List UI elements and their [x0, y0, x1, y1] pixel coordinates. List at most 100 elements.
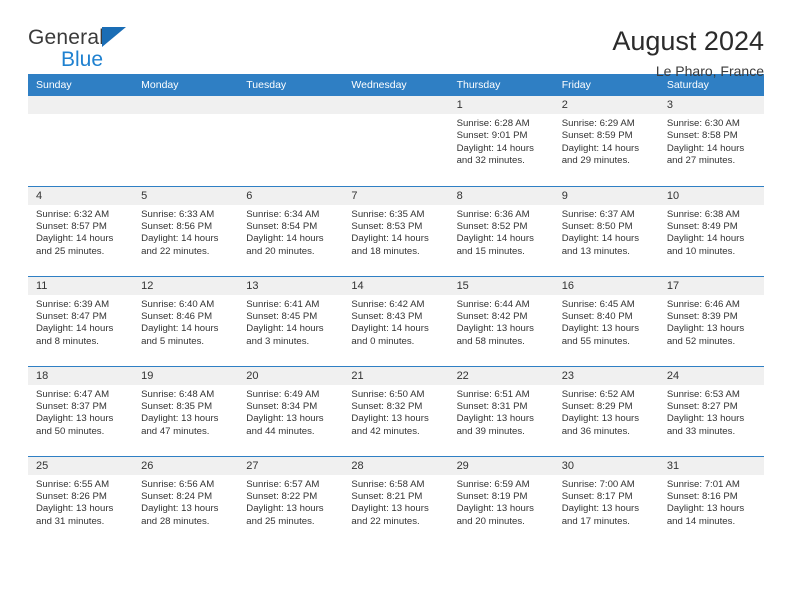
sunset-text: Sunset: 8:39 PM	[666, 310, 738, 322]
daylight-text-line1: Daylight: 14 hours	[141, 233, 219, 245]
day-number: 10	[658, 186, 764, 205]
daylight-text-line2: and 58 minutes.	[456, 335, 525, 347]
day-cell[interactable]: 30 Sunrise: 7:00 AM Sunset: 8:17 PM Dayligh…	[553, 455, 659, 546]
sunrise-text: Sunrise: 6:30 AM	[666, 118, 740, 129]
day-cell[interactable]: 22 Sunrise: 6:51 AM Sunset: 8:31 PM Dayligh…	[448, 365, 554, 456]
day-number: 6	[238, 186, 344, 205]
day-number: 31	[658, 456, 764, 475]
daylight-text-line2: and 25 minutes.	[36, 245, 105, 257]
sunrise-text: Sunrise: 6:35 AM	[351, 208, 425, 220]
day-details: Sunrise: 6:33 AM Sunset: 8:56 PM Daylight:…	[133, 205, 238, 259]
day-details: Sunrise: 6:35 AM Sunset: 8:53 PM Daylight:…	[343, 205, 448, 259]
brand-name-general: General	[28, 26, 105, 49]
day-cell[interactable]: 11 Sunrise: 6:39 AM Sunset: 8:47 PM Dayligh…	[28, 275, 134, 366]
sunset-text: Sunset: 8:52 PM	[456, 220, 528, 232]
day-cell[interactable]: 27 Sunrise: 6:57 AM Sunset: 8:22 PM Dayligh…	[238, 455, 344, 546]
sunset-text: Sunset: 8:57 PM	[36, 220, 107, 232]
daylight-text-line1: Daylight: 13 hours	[456, 413, 534, 425]
day-details: Sunrise: 6:55 AM Sunset: 8:26 PM Daylight:…	[28, 475, 133, 529]
day-cell-empty	[343, 96, 449, 186]
day-details: Sunrise: 6:52 AM Sunset: 8:29 PM Daylight:…	[554, 385, 659, 439]
day-details: Sunrise: 7:00 AM Sunset: 8:17 PM Daylight:…	[554, 475, 659, 529]
day-number: 2	[553, 96, 659, 114]
sunrise-text: Sunrise: 7:00 AM	[561, 478, 635, 490]
day-cell[interactable]: 26 Sunrise: 6:56 AM Sunset: 8:24 PM Dayligh…	[133, 455, 239, 546]
day-cell[interactable]: 9 Sunrise: 6:37 AM Sunset: 8:50 PM Daylight…	[553, 185, 659, 276]
day-number	[238, 96, 344, 114]
day-details: Sunrise: 6:34 AM Sunset: 8:54 PM Daylight:…	[238, 205, 343, 259]
sunset-text: Sunset: 8:49 PM	[666, 220, 738, 232]
sunrise-text: Sunrise: 6:53 AM	[666, 388, 740, 400]
sunrise-sunset-calendar: Sunday Monday Tuesday Wednesday Thursday Frid…	[28, 74, 764, 546]
weekday-header-tuesday: Tuesday	[238, 74, 344, 96]
sunset-text: Sunset: 8:58 PM	[666, 130, 738, 142]
sunrise-text: Sunrise: 6:40 AM	[141, 298, 215, 310]
day-cell[interactable]: 5 Sunrise: 6:33 AM Sunset: 8:56 PM Daylight…	[133, 185, 239, 276]
day-number: 26	[133, 456, 239, 475]
day-cell[interactable]: 24 Sunrise: 6:53 AM Sunset: 8:27 PM Dayligh…	[658, 365, 764, 456]
day-details: Sunrise: 6:50 AM Sunset: 8:32 PM Daylight:…	[343, 385, 448, 439]
day-cell[interactable]: 31 Sunrise: 7:01 AM Sunset: 8:16 PM Dayligh…	[658, 455, 764, 546]
daylight-text-line1: Daylight: 13 hours	[456, 323, 534, 335]
day-cell-empty	[238, 96, 344, 186]
triangle-icon	[102, 27, 127, 47]
day-cell[interactable]: 28 Sunrise: 6:58 AM Sunset: 8:21 PM Dayligh…	[343, 455, 449, 546]
daylight-text-line1: Daylight: 13 hours	[351, 503, 429, 515]
day-cell[interactable]: 16 Sunrise: 6:45 AM Sunset: 8:40 PM Dayligh…	[553, 275, 659, 366]
daylight-text-line1: Daylight: 13 hours	[351, 413, 429, 425]
day-details: Sunrise: 6:41 AM Sunset: 8:45 PM Daylight:…	[238, 295, 343, 349]
day-number: 13	[238, 276, 344, 295]
day-details: Sunrise: 6:53 AM Sunset: 8:27 PM Daylight:…	[659, 385, 764, 439]
day-cell[interactable]: 8 Sunrise: 6:36 AM Sunset: 8:52 PM Daylight…	[448, 185, 554, 276]
page-title: August 2024	[612, 26, 764, 56]
sunset-text: Sunset: 8:21 PM	[351, 490, 423, 502]
day-cell[interactable]: 12 Sunrise: 6:40 AM Sunset: 8:46 PM Dayligh…	[133, 275, 239, 366]
day-number: 21	[343, 366, 449, 385]
day-number: 22	[448, 366, 554, 385]
sunset-text: Sunset: 9:01 PM	[456, 130, 528, 142]
day-cell[interactable]: 15 Sunrise: 6:44 AM Sunset: 8:42 PM Dayligh…	[448, 275, 554, 366]
day-details: Sunrise: 6:32 AM Sunset: 8:57 PM Daylight:…	[28, 205, 133, 259]
sunset-text: Sunset: 8:53 PM	[351, 220, 423, 232]
day-cell[interactable]: 14 Sunrise: 6:42 AM Sunset: 8:43 PM Dayligh…	[343, 275, 449, 366]
sunrise-text: Sunrise: 6:58 AM	[351, 478, 425, 490]
day-details: Sunrise: 6:40 AM Sunset: 8:46 PM Daylight:…	[133, 295, 238, 349]
week-row: 11 Sunrise: 6:39 AM Sunset: 8:47 PM Dayligh…	[28, 275, 764, 366]
day-cell[interactable]: 7 Sunrise: 6:35 AM Sunset: 8:53 PM Daylight…	[343, 185, 449, 276]
daylight-text-line1: Daylight: 14 hours	[666, 233, 745, 245]
daylight-text-line2: and 31 minutes.	[36, 515, 105, 527]
daylight-text-line2: and 20 minutes.	[246, 245, 315, 257]
day-number: 4	[28, 186, 134, 205]
day-details: Sunrise: 6:36 AM Sunset: 8:52 PM Daylight:…	[449, 205, 554, 259]
daylight-text-line2: and 3 minutes.	[246, 335, 310, 347]
daylight-text-line1: Daylight: 14 hours	[246, 233, 324, 245]
day-cell[interactable]: 17 Sunrise: 6:46 AM Sunset: 8:39 PM Dayligh…	[658, 275, 764, 366]
daylight-text-line2: and 29 minutes.	[561, 155, 630, 167]
day-cell[interactable]: 18 Sunrise: 6:47 AM Sunset: 8:37 PM Dayligh…	[28, 365, 134, 456]
daylight-text-line2: and 28 minutes.	[141, 515, 210, 527]
day-cell[interactable]: 13 Sunrise: 6:41 AM Sunset: 8:45 PM Dayligh…	[238, 275, 344, 366]
sunrise-text: Sunrise: 6:37 AM	[561, 208, 635, 220]
day-cell[interactable]: 20 Sunrise: 6:49 AM Sunset: 8:34 PM Dayligh…	[238, 365, 344, 456]
day-cell[interactable]: 21 Sunrise: 6:50 AM Sunset: 8:32 PM Dayligh…	[343, 365, 449, 456]
day-cell[interactable]: 19 Sunrise: 6:48 AM Sunset: 8:35 PM Dayligh…	[133, 365, 239, 456]
day-cell[interactable]: 10 Sunrise: 6:38 AM Sunset: 8:49 PM Dayligh…	[658, 185, 764, 276]
day-cell[interactable]: 6 Sunrise: 6:34 AM Sunset: 8:54 PM Daylight…	[238, 185, 344, 276]
day-cell[interactable]: 3 Sunrise: 6:30 AM Sunset: 8:58 PM Daylight…	[658, 96, 764, 186]
day-number: 17	[658, 276, 764, 295]
daylight-text-line1: Daylight: 14 hours	[36, 233, 114, 245]
day-cell[interactable]: 25 Sunrise: 6:55 AM Sunset: 8:26 PM Dayligh…	[28, 455, 134, 546]
daylight-text-line1: Daylight: 14 hours	[561, 142, 640, 154]
day-number: 23	[553, 366, 659, 385]
day-cell[interactable]: 29 Sunrise: 6:59 AM Sunset: 8:19 PM Dayligh…	[448, 455, 554, 546]
daylight-text-line1: Daylight: 13 hours	[141, 413, 219, 425]
day-cell[interactable]: 23 Sunrise: 6:52 AM Sunset: 8:29 PM Dayligh…	[553, 365, 659, 456]
week-row: 4 Sunrise: 6:32 AM Sunset: 8:57 PM Daylight…	[28, 185, 764, 276]
day-cell[interactable]: 1 Sunrise: 6:28 AM Sunset: 9:01 PM Daylight…	[448, 96, 554, 186]
sunset-text: Sunset: 8:24 PM	[141, 490, 213, 502]
brand-logo[interactable]: General Blue	[28, 24, 238, 76]
day-cell[interactable]: 4 Sunrise: 6:32 AM Sunset: 8:57 PM Daylight…	[28, 185, 134, 276]
day-cell[interactable]: 2 Sunrise: 6:29 AM Sunset: 8:59 PM Daylight…	[553, 96, 659, 186]
sunset-text: Sunset: 8:59 PM	[561, 130, 633, 142]
day-details: Sunrise: 6:29 AM Sunset: 8:59 PM Daylight:…	[554, 114, 659, 168]
